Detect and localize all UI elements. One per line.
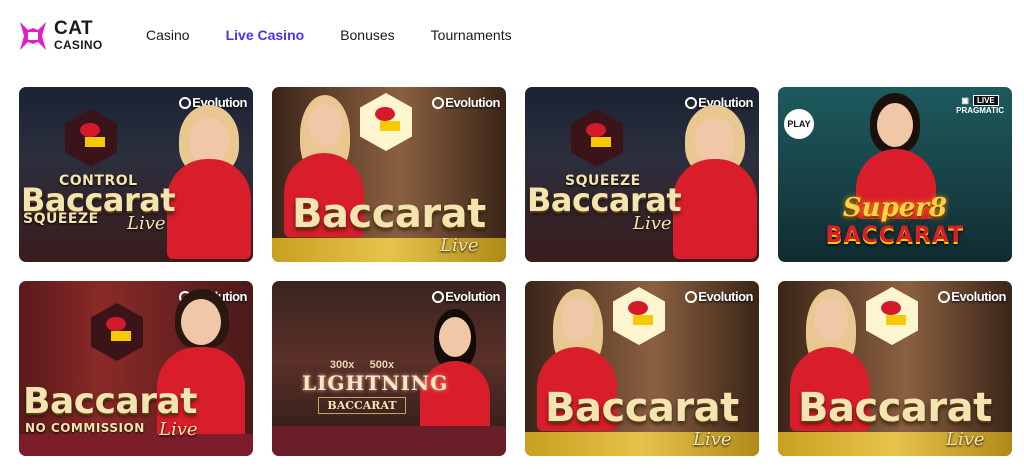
tile-title: BACCARAT [825,223,965,248]
tile-live-text: Live [946,429,985,450]
multiplier-labels: 300x 500x [329,359,395,371]
nav-tournaments[interactable]: Tournaments [431,27,512,43]
logo-line-2: CASINO [54,38,103,52]
tv-icon: ▣ [961,96,969,105]
baccarat-hex-icon [571,109,623,167]
provider-label: Evolution [685,289,753,304]
cat-casino-logo[interactable]: CAT CASINO [18,18,118,54]
tile-bottom-text: SQUEEZE [23,211,99,227]
tile-title: Baccarat [23,381,197,422]
provider-label: Evolution [432,289,500,304]
game-tile-super8-baccarat[interactable]: PLAY ▣ LIVE PRAGMATIC Super8 BACCARAT [778,87,1012,262]
provider-label: Evolution [938,289,1006,304]
game-tile-control-squeeze[interactable]: Evolution CONTROL Baccarat SQUEEZE Live [19,87,253,262]
tile-title-top: LIGHTNING [302,371,449,395]
tile-live-text: Live [633,213,672,234]
tile-bottom-text: NO COMMISSION [25,421,145,435]
provider-text: PRAGMATIC [956,106,1004,115]
nav-bonuses[interactable]: Bonuses [340,27,394,43]
provider-text: Evolution [445,95,500,110]
baccarat-hex-icon [91,303,143,361]
provider-text: Evolution [445,289,500,304]
baccarat-hex-icon [65,109,117,167]
game-tile-baccarat[interactable]: Evolution Baccarat Live [525,281,759,456]
dealer-image [159,87,253,262]
tile-live-text: Live [127,213,166,234]
evolution-icon [432,96,445,109]
tile-title: Baccarat [292,191,486,237]
tile-title: BACCARAT [318,397,406,414]
cat-logo-icon [20,22,46,50]
provider-text: Evolution [698,289,753,304]
tile-title: Baccarat [545,385,739,431]
provider-label: ▣ LIVE PRAGMATIC [956,95,1004,115]
main-nav: Casino Live Casino Bonuses Tournaments [146,27,548,43]
tile-live-text: Live [159,419,198,440]
nav-live-casino[interactable]: Live Casino [226,27,305,43]
game-tile-lightning-baccarat[interactable]: Evolution 300x 500x LIGHTNING BACCARAT [272,281,506,456]
evolution-icon [938,290,951,303]
tile-title-top: Super8 [842,193,948,223]
nav-casino[interactable]: Casino [146,27,190,43]
game-tile-baccarat[interactable]: Evolution Baccarat Live [778,281,1012,456]
tile-title: Baccarat [798,385,992,431]
dealer-image [665,87,759,262]
provider-text: Evolution [951,289,1006,304]
live-badge: LIVE [972,95,999,106]
logo-line-1: CAT [54,18,94,39]
evolution-icon [432,290,445,303]
game-tile-squeeze[interactable]: Evolution SQUEEZE Baccarat Live [525,87,759,262]
play-badge: PLAY [784,109,814,139]
header: CAT CASINO Casino Live Casino Bonuses To… [0,0,1024,72]
tile-live-text: Live [693,429,732,450]
evolution-icon [685,290,698,303]
tile-live-text: Live [440,235,479,256]
provider-label: Evolution [432,95,500,110]
game-tile-no-commission[interactable]: Evolution Baccarat NO COMMISSION Live [19,281,253,456]
game-tile-baccarat[interactable]: Evolution Baccarat Live [272,87,506,262]
